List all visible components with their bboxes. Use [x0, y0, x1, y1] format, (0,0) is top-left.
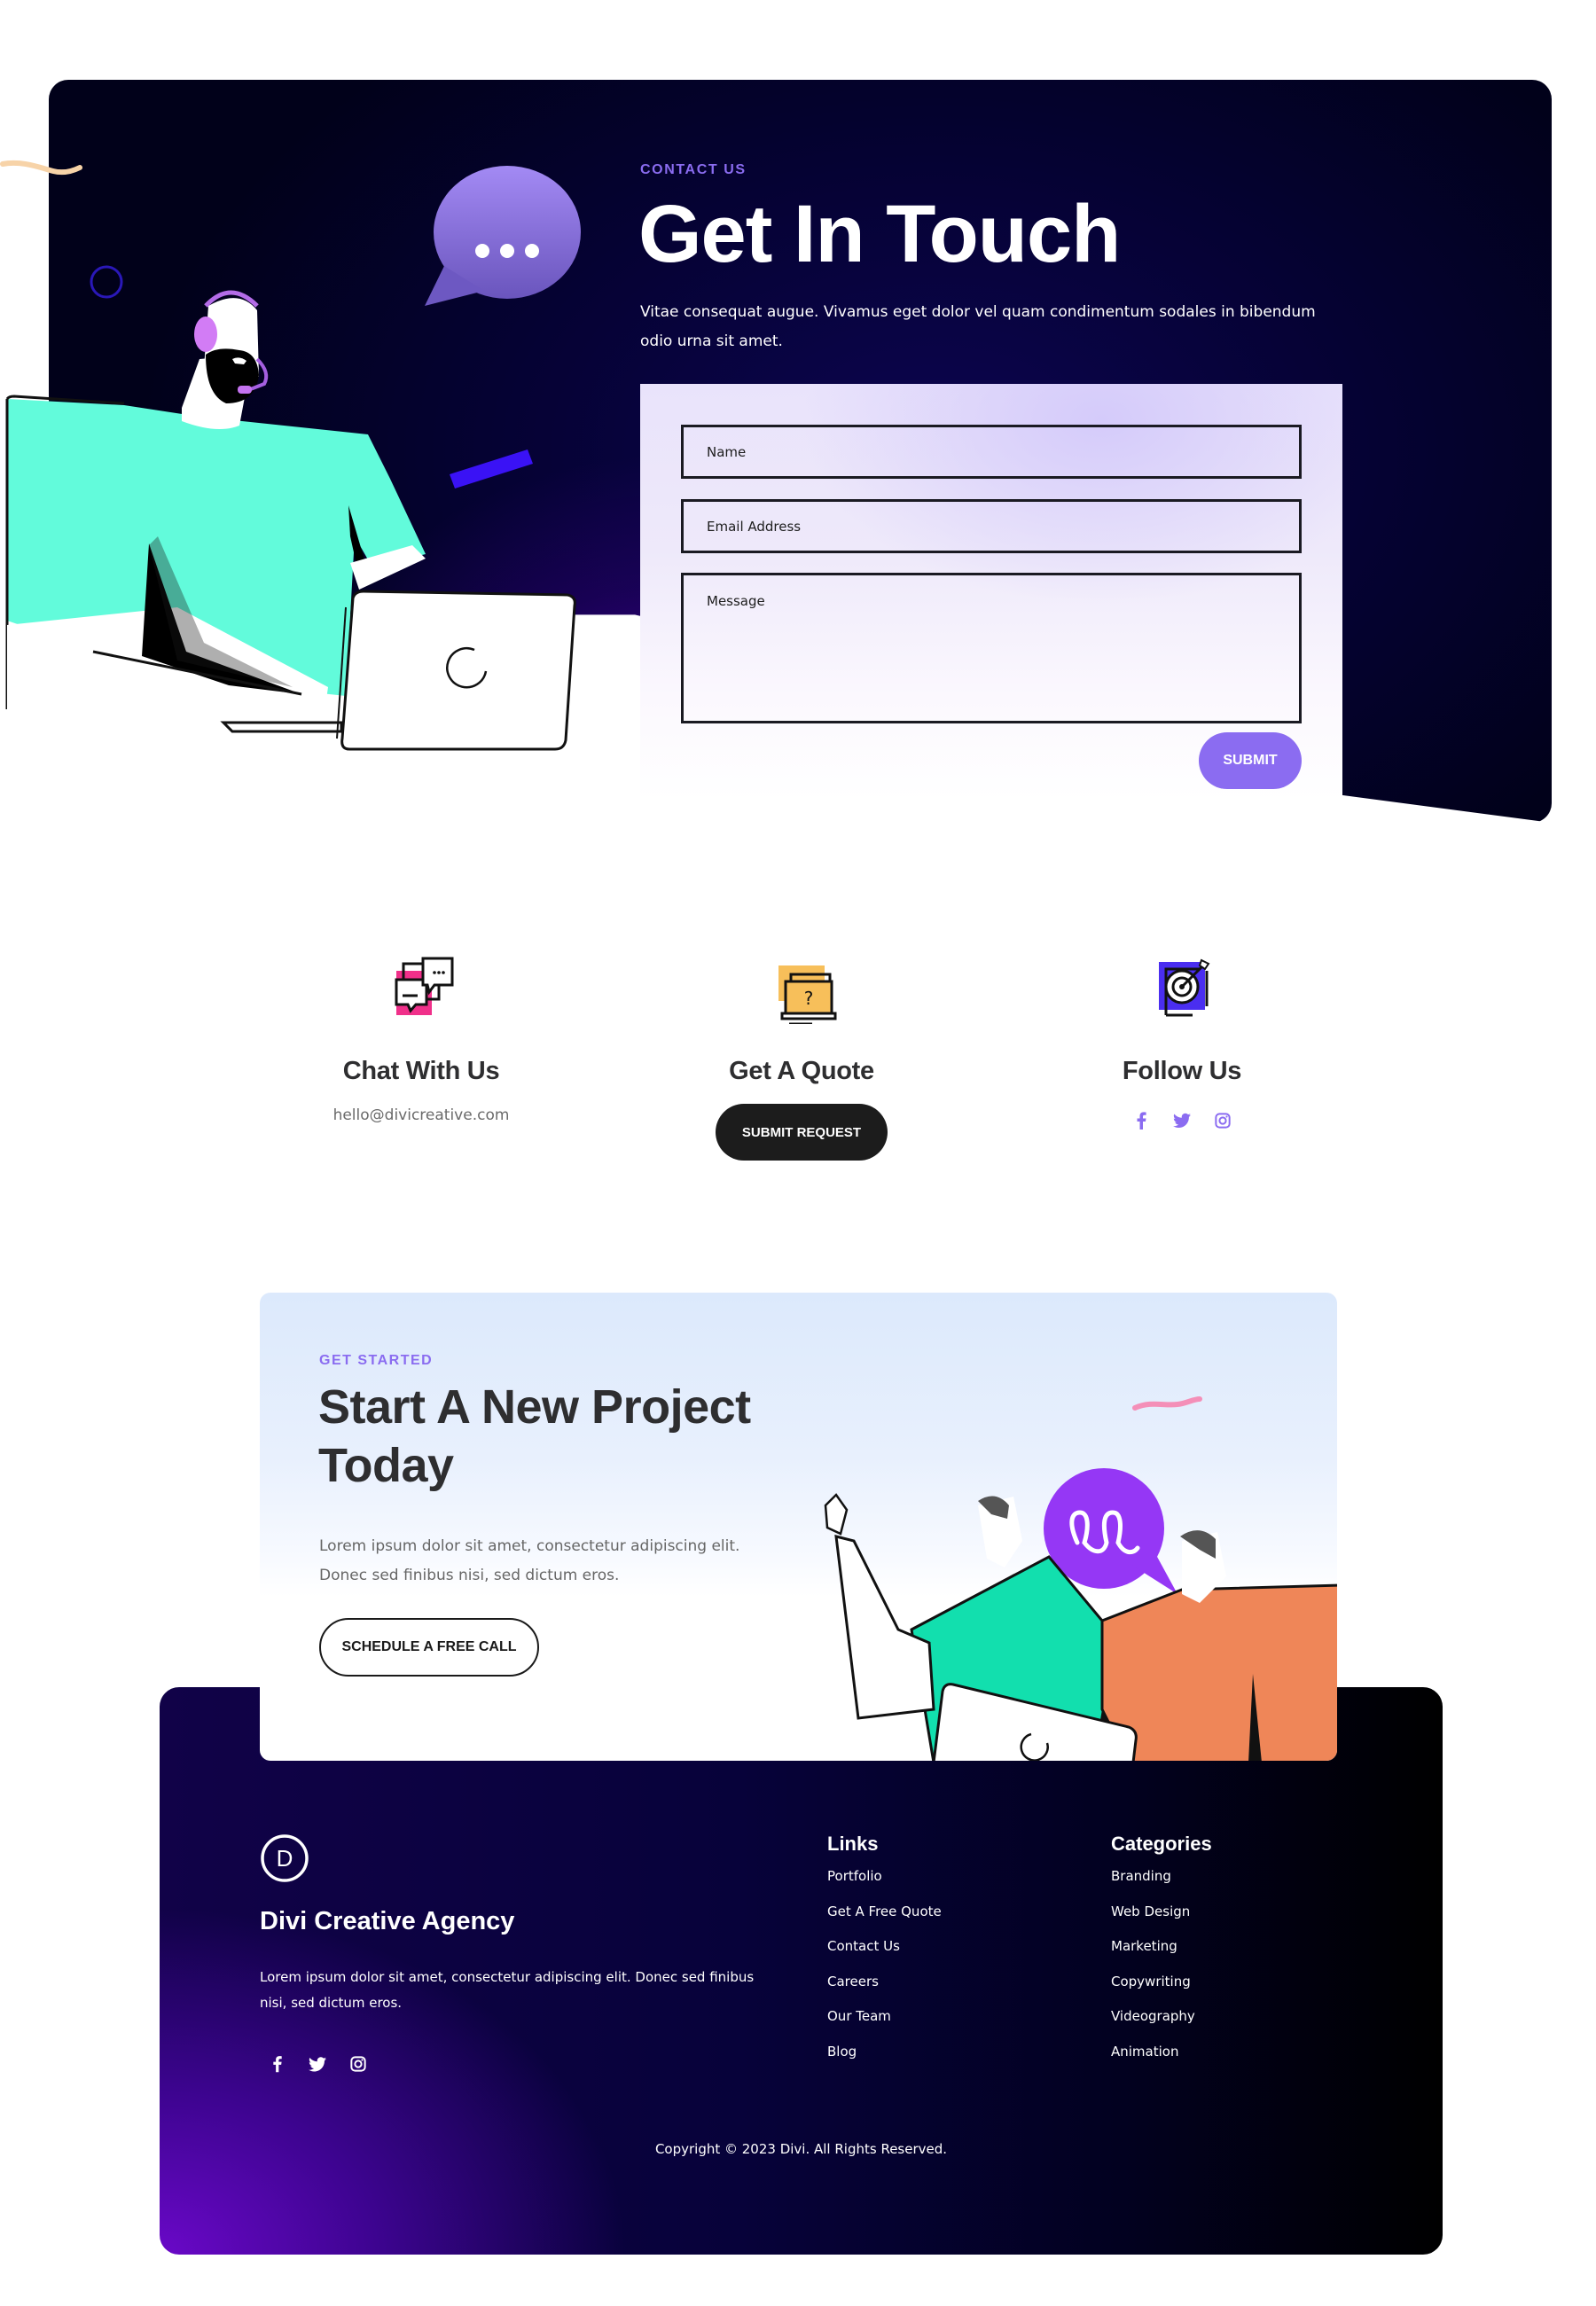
site-footer: D Divi Creative Agency Lorem ipsum dolor… [160, 1687, 1443, 2255]
schedule-call-button[interactable]: SCHEDULE A FREE CALL [319, 1618, 539, 1677]
cta-description: Lorem ipsum dolor sit amet, consectetur … [319, 1537, 740, 1584]
quote-laptop-icon: ? [778, 965, 837, 1024]
footer-link-blog[interactable]: Blog [827, 2044, 942, 2079]
submit-request-button[interactable]: SUBMIT REQUEST [716, 1104, 888, 1161]
links-heading: Links [827, 1833, 879, 1855]
logo-letter: D [277, 1845, 293, 1872]
hero-description: Vitae consequat augue. Vivamus eget dolo… [640, 303, 1316, 350]
copyright-text: Copyright © 2023 Divi. All Rights Reserv… [654, 2141, 948, 2157]
footer-category-copywriting[interactable]: Copywriting [1111, 1974, 1212, 2009]
cta-card: GET STARTED Start A New Project Today Lo… [260, 1293, 1337, 1761]
twitter-icon[interactable] [1171, 1110, 1193, 1131]
follow-column: Follow Us [1005, 953, 1359, 1131]
cta-eyebrow: GET STARTED [319, 1353, 434, 1368]
svg-text:?: ? [804, 988, 814, 1009]
facebook-icon[interactable] [1130, 1110, 1152, 1131]
footer-link-contact[interactable]: Contact Us [827, 1938, 942, 1974]
footer-social-links [266, 2053, 369, 2075]
footer-description: Lorem ipsum dolor sit amet, consectetur … [260, 1969, 755, 2011]
instagram-icon[interactable] [348, 2053, 369, 2075]
twitter-icon[interactable] [307, 2053, 328, 2075]
footer-link-careers[interactable]: Careers [827, 1974, 942, 2009]
follow-title: Follow Us [1122, 1057, 1242, 1085]
instagram-icon[interactable] [1212, 1110, 1233, 1131]
contact-form: Name Email Address Message SUBMIT [640, 384, 1342, 801]
message-placeholder: Message [707, 593, 765, 609]
message-field[interactable]: Message [681, 573, 1302, 723]
footer-link-portfolio[interactable]: Portfolio [827, 1868, 942, 1903]
footer-link-free-quote[interactable]: Get A Free Quote [827, 1903, 942, 1939]
chat-column: Chat With Us hello@divicreative.com [244, 953, 598, 1124]
quote-column: ? Get A Quote SUBMIT REQUEST [624, 953, 979, 1161]
footer-category-web-design[interactable]: Web Design [1111, 1903, 1212, 1939]
categories-heading: Categories [1111, 1833, 1212, 1855]
divi-logo-icon[interactable]: D [260, 1833, 309, 1883]
footer-category-videography[interactable]: Videography [1111, 2008, 1212, 2044]
submit-button[interactable]: SUBMIT [1199, 732, 1302, 789]
footer-category-branding[interactable]: Branding [1111, 1868, 1212, 1903]
hero-eyebrow: CONTACT US [640, 162, 747, 177]
quote-title: Get A Quote [729, 1057, 874, 1085]
footer-brand: Divi Creative Agency [260, 1907, 515, 1935]
name-field[interactable]: Name [681, 425, 1302, 479]
cta-title: Start A New Project Today [318, 1380, 751, 1492]
name-placeholder: Name [707, 443, 747, 460]
footer-links: Links Portfolio Get A Free Quote Contact… [827, 1833, 942, 2078]
footer-category-animation[interactable]: Animation [1111, 2044, 1212, 2079]
chat-title: Chat With Us [342, 1057, 500, 1085]
social-links [1005, 1110, 1359, 1131]
facebook-icon[interactable] [266, 2053, 287, 2075]
footer-link-team[interactable]: Our Team [827, 2008, 942, 2044]
support-agent-illustration [5, 290, 576, 751]
squiggle-decoration [0, 160, 82, 176]
email-field[interactable]: Email Address [681, 499, 1302, 553]
footer-category-marketing[interactable]: Marketing [1111, 1938, 1212, 1974]
target-icon [1159, 958, 1210, 1017]
chat-bubbles-icon [395, 957, 454, 1015]
hero-title: Get In Touch [638, 189, 1121, 279]
footer-categories: Categories Branding Web Design Marketing… [1111, 1833, 1212, 2078]
team-illustration [824, 1396, 1337, 1761]
contact-email-link[interactable]: hello@divicreative.com [244, 1106, 598, 1124]
email-placeholder: Email Address [707, 518, 802, 535]
